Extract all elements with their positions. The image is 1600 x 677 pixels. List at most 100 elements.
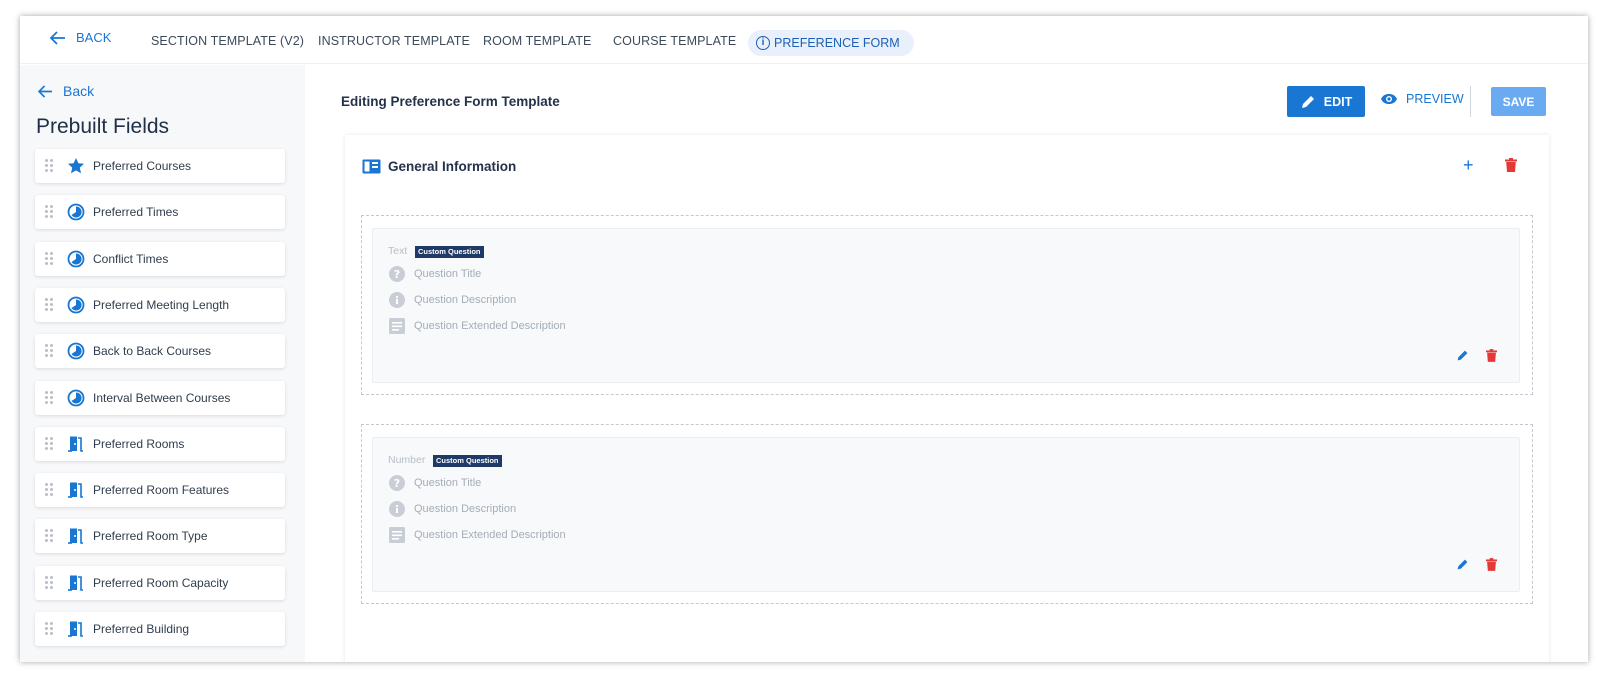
prebuilt-field-item[interactable]: Preferred Courses — [35, 149, 285, 183]
door-icon — [67, 574, 85, 592]
question-extended-row: Question Extended Description — [389, 527, 566, 543]
edit-question-icon[interactable] — [1456, 558, 1469, 571]
drag-handle-icon[interactable] — [45, 575, 53, 590]
edit-label: EDIT — [1323, 94, 1353, 109]
door-icon — [67, 620, 85, 638]
prebuilt-field-label: Preferred Courses — [93, 159, 192, 173]
question-extended-placeholder: Question Extended Description — [414, 320, 566, 332]
sidebar-title: Prebuilt Fields — [36, 115, 170, 138]
notes-icon — [389, 318, 405, 334]
edit-button[interactable]: EDIT — [1287, 86, 1365, 117]
add-question-button[interactable]: + — [1463, 155, 1474, 176]
prebuilt-field-item[interactable]: Preferred Times — [35, 195, 285, 230]
prebuilt-field-label: Conflict Times — [93, 251, 169, 266]
question-type: Text — [388, 245, 408, 257]
question-extended-row: Question Extended Description — [389, 318, 566, 334]
section-card: General Information + Text Custom Questi… — [345, 135, 1549, 662]
question-title-placeholder: Question Title — [414, 477, 482, 489]
custom-question-badge: Custom Question — [415, 246, 484, 258]
question-extended-placeholder: Question Extended Description — [414, 529, 566, 541]
save-button[interactable]: SAVE — [1491, 87, 1546, 116]
door-icon — [67, 527, 85, 545]
question-type: Number — [388, 454, 426, 466]
delete-section-icon[interactable] — [1505, 158, 1517, 172]
prebuilt-field-label: Preferred Building — [93, 622, 190, 636]
drag-handle-icon[interactable] — [45, 159, 53, 173]
tab-preference-form[interactable]: i PREFERENCE FORM — [748, 30, 914, 56]
question-title-row: ? Question Title — [389, 266, 481, 282]
drag-handle-icon[interactable] — [45, 344, 53, 358]
star-icon — [67, 157, 85, 175]
tab-room-template[interactable]: ROOM TEMPLATE — [483, 34, 592, 48]
preview-label: PREVIEW — [1406, 92, 1464, 106]
delete-question-icon[interactable] — [1486, 349, 1497, 362]
page-title: Editing Preference Form Template — [341, 94, 560, 109]
door-icon — [67, 435, 85, 453]
tab-section-template[interactable]: SECTION TEMPLATE (V2) — [151, 34, 304, 48]
drag-handle-icon[interactable] — [45, 483, 53, 497]
drag-handle-icon[interactable] — [45, 436, 53, 451]
drag-handle-icon[interactable] — [45, 205, 53, 219]
back-label: BACK — [76, 30, 112, 45]
back-button[interactable]: BACK — [50, 30, 111, 45]
clock-icon — [67, 250, 85, 268]
prebuilt-field-label: Preferred Meeting Length — [93, 297, 230, 312]
sidebar: Back Prebuilt Fields Preferred Courses Pr… — [20, 65, 305, 662]
arrow-left-icon — [50, 30, 65, 45]
question-dropzone: Number Custom Question ? Question Title … — [361, 424, 1533, 604]
delete-question-icon[interactable] — [1486, 558, 1497, 571]
info-icon: i — [756, 36, 770, 50]
question-dropzone: Text Custom Question ? Question Title Qu… — [361, 215, 1533, 395]
arrow-left-icon — [38, 84, 52, 98]
clock-icon — [67, 342, 85, 360]
prebuilt-field-item[interactable]: Preferred Building — [35, 612, 285, 646]
info-icon — [389, 501, 405, 517]
question-card[interactable]: Text Custom Question ? Question Title Qu… — [372, 228, 1520, 383]
question-description-row: Question Description — [389, 292, 516, 308]
prebuilt-field-label: Back to Back Courses — [93, 344, 212, 359]
drag-handle-icon[interactable] — [45, 390, 53, 405]
prebuilt-field-item[interactable]: Preferred Room Capacity — [35, 565, 285, 600]
drag-handle-icon[interactable] — [45, 622, 53, 636]
drag-handle-icon[interactable] — [45, 297, 53, 312]
prebuilt-field-item[interactable]: Preferred Meeting Length — [35, 287, 285, 322]
clock-icon — [67, 389, 85, 407]
prebuilt-field-item[interactable]: Preferred Rooms — [35, 426, 285, 461]
drag-handle-icon[interactable] — [45, 251, 53, 266]
question-title-placeholder: Question Title — [414, 268, 482, 280]
prebuilt-field-label: Preferred Room Type — [93, 529, 208, 544]
eye-icon — [1381, 94, 1397, 104]
form-section-icon — [362, 159, 381, 174]
door-icon — [67, 481, 85, 499]
question-title-row: ? Question Title — [389, 475, 481, 491]
question-card[interactable]: Number Custom Question ? Question Title … — [372, 437, 1520, 592]
svg-text:?: ? — [394, 268, 400, 281]
prebuilt-field-item[interactable]: Conflict Times — [35, 241, 285, 276]
preview-button[interactable]: PREVIEW — [1380, 92, 1464, 106]
app-window: BACK SECTION TEMPLATE (V2) INSTRUCTOR TE… — [20, 16, 1588, 662]
question-description-placeholder: Question Description — [414, 294, 517, 306]
custom-question-badge: Custom Question — [433, 455, 502, 467]
question-description-row: Question Description — [389, 501, 516, 517]
help-icon: ? — [389, 266, 405, 282]
pencil-icon — [1301, 95, 1314, 108]
tab-instructor-template[interactable]: INSTRUCTOR TEMPLATE — [318, 34, 470, 48]
info-icon — [389, 292, 405, 308]
prebuilt-field-item[interactable]: Interval Between Courses — [35, 380, 285, 415]
toolbar-divider — [1470, 86, 1471, 117]
drag-handle-icon[interactable] — [45, 529, 53, 543]
section-title: General Information — [388, 159, 517, 174]
svg-text:?: ? — [394, 477, 400, 490]
clock-icon — [67, 296, 85, 314]
tab-course-template[interactable]: COURSE TEMPLATE — [613, 34, 736, 48]
prebuilt-field-item[interactable]: Preferred Room Features — [35, 473, 285, 508]
question-description-placeholder: Question Description — [414, 503, 517, 515]
prebuilt-field-item[interactable]: Back to Back Courses — [35, 334, 285, 369]
clock-icon — [67, 203, 85, 221]
tab-preference-form-label: PREFERENCE FORM — [774, 36, 900, 50]
sidebar-back-button[interactable]: Back — [38, 83, 94, 99]
prebuilt-field-item[interactable]: Preferred Room Type — [35, 519, 285, 554]
help-icon: ? — [389, 475, 405, 491]
edit-question-icon[interactable] — [1456, 349, 1469, 362]
prebuilt-field-label: Interval Between Courses — [93, 390, 231, 405]
